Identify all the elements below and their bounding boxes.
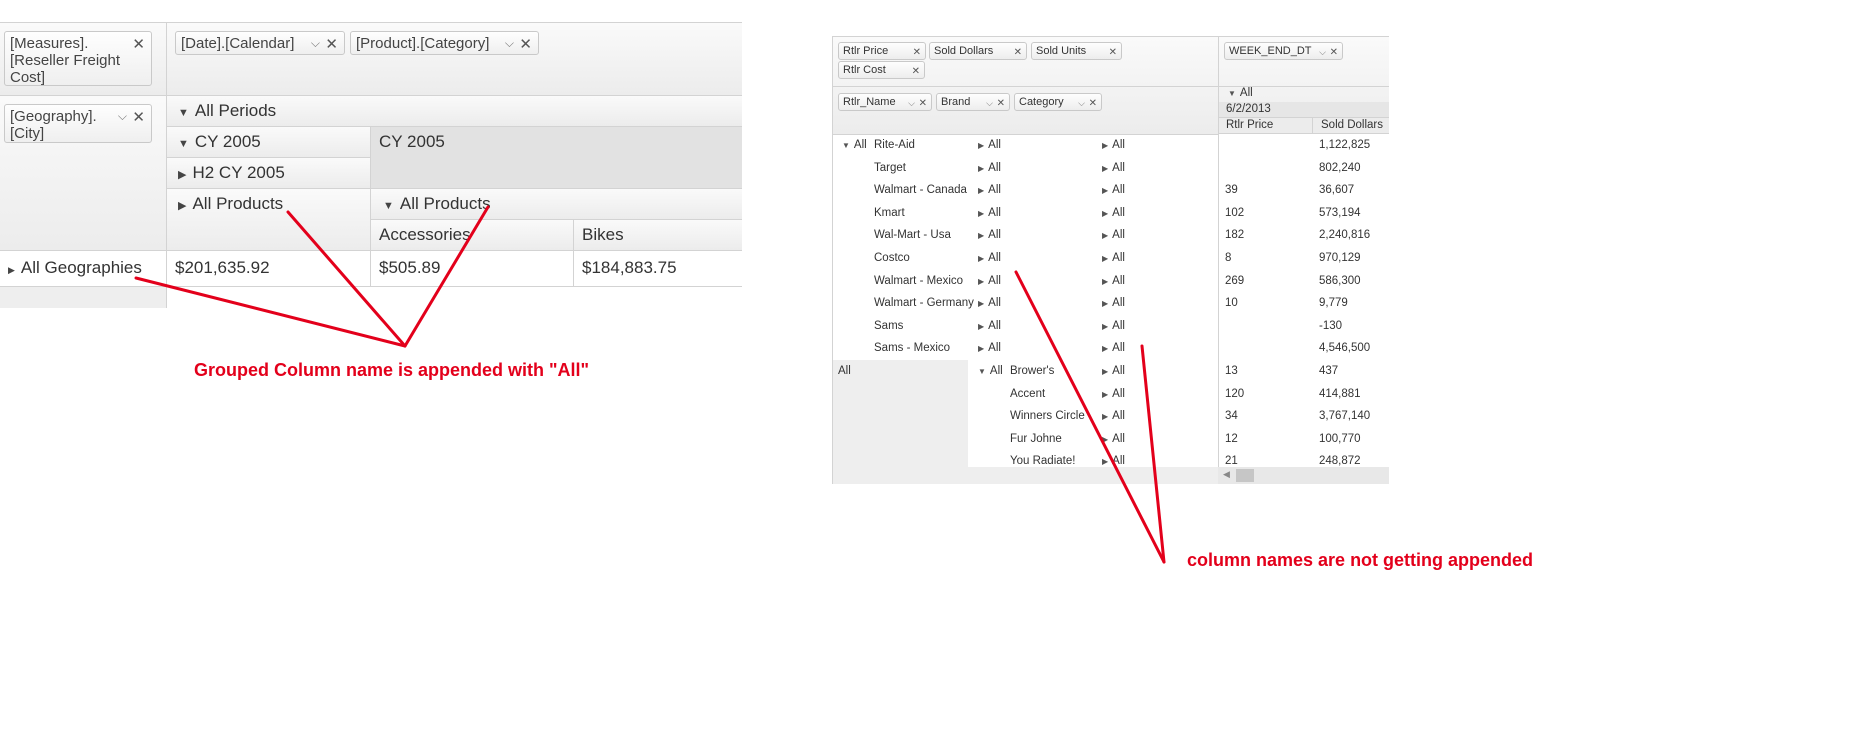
right-annotation-note: column names are not getting appended: [1187, 550, 1534, 570]
left-annotation-note: Grouped Column name is appended with "Al…: [194, 360, 590, 380]
annotation-line: [286, 210, 407, 348]
annotation-line: [1014, 270, 1166, 564]
annotation-line: [134, 276, 407, 348]
annotation-line: [1140, 344, 1166, 564]
annotation-line: [403, 205, 490, 348]
